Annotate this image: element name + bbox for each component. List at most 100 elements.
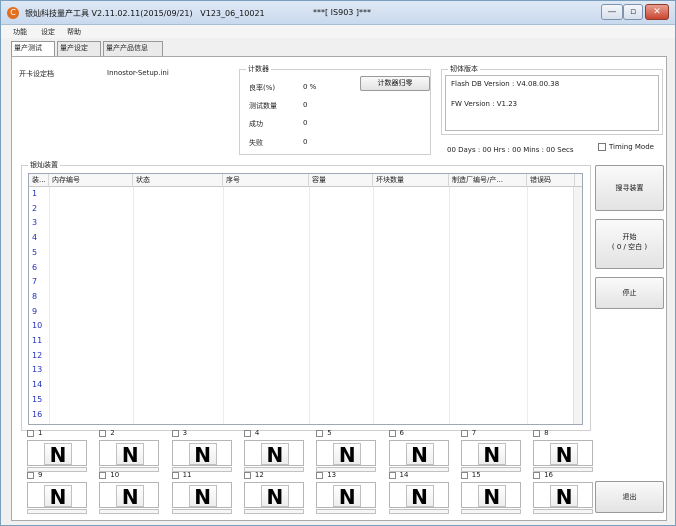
device-row-number[interactable]: 14 (32, 380, 42, 389)
port-number: 15 (471, 471, 481, 479)
port-status-box: N (316, 482, 377, 508)
device-row-number[interactable]: 8 (32, 292, 37, 301)
col-serial[interactable]: 序号 (223, 174, 309, 187)
device-row-number[interactable]: 12 (32, 351, 42, 360)
app-logo-icon: C (7, 7, 19, 19)
port-status-box: N (533, 440, 594, 466)
port-status-box: N (533, 482, 594, 508)
grid-line (133, 187, 134, 424)
menu-help[interactable]: 帮助 (67, 27, 81, 37)
reset-counter-button[interactable]: 计数器归零 (360, 76, 430, 91)
port-status-box: N (388, 440, 449, 466)
port-checkbox[interactable] (388, 472, 396, 479)
port-number: 3 (182, 429, 188, 437)
device-row-number[interactable]: 6 (32, 263, 37, 272)
port-number: 16 (544, 471, 554, 479)
port-number: 13 (327, 471, 337, 479)
device-row-number[interactable]: 5 (32, 248, 37, 257)
tab-production-test[interactable]: 量产测试 (11, 41, 55, 57)
port-checkbox[interactable] (27, 472, 34, 479)
port-state: N (188, 485, 217, 508)
port-state: N (116, 443, 145, 466)
yield-value: 0 % (303, 83, 317, 91)
port-checkbox[interactable] (243, 430, 251, 437)
minimize-icon: — (607, 7, 617, 17)
port-number: 6 (399, 429, 404, 437)
device-row-number[interactable]: 3 (32, 218, 37, 227)
grid-line (373, 187, 374, 424)
port-checkbox[interactable] (460, 472, 468, 479)
tab-product-info[interactable]: 量产产品信息 (103, 41, 163, 56)
device-list[interactable]: 装... 内存编号 状态 序号 容量 坏块数量 制造厂编号/产... 错误码 1… (28, 173, 583, 425)
port-checkbox[interactable] (316, 472, 324, 479)
port-checkbox[interactable] (27, 430, 34, 437)
device-row-number[interactable]: 10 (32, 321, 42, 330)
port-state: N (550, 443, 579, 466)
title-bar[interactable]: C 银灿科技量产工具 V2.11.02.11(2015/09/21) V123_… (1, 1, 675, 25)
menu-settings[interactable]: 设定 (41, 27, 55, 37)
port-state: N (44, 485, 72, 508)
col-status[interactable]: 状态 (133, 174, 223, 187)
minimize-button[interactable]: — (601, 4, 623, 20)
device-row-number[interactable]: 7 (32, 277, 37, 286)
port-number: 5 (327, 429, 332, 437)
port-state: N (260, 485, 289, 508)
close-icon: ✕ (653, 7, 661, 17)
device-row-number[interactable]: 9 (32, 307, 37, 316)
maximize-icon: ▫ (629, 7, 637, 17)
port-state: N (116, 485, 145, 508)
menu-function[interactable]: 功能 (13, 27, 27, 37)
port-progress-bar (243, 509, 304, 514)
port-checkbox[interactable] (99, 472, 107, 479)
col-memory-id[interactable]: 内存编号 (49, 174, 133, 187)
port-checkbox[interactable] (388, 430, 396, 437)
port-checkbox[interactable] (99, 430, 107, 437)
start-count-label: ( 0 / 空白 ) (611, 243, 648, 251)
port-progress-bar (27, 509, 87, 514)
maximize-button[interactable]: ▫ (623, 4, 643, 20)
port-progress-bar (316, 509, 377, 514)
port-status-box: N (460, 440, 521, 466)
device-row-number[interactable]: 13 (32, 365, 42, 374)
port-checkbox[interactable] (316, 430, 324, 437)
timing-mode-checkbox[interactable] (598, 143, 606, 151)
device-group-title: 银灿装置 (28, 160, 60, 170)
device-row-number[interactable]: 1 (32, 189, 37, 198)
device-row-number[interactable]: 15 (32, 395, 42, 404)
port-status-box: N (171, 440, 232, 466)
port-state: N (333, 485, 362, 508)
device-row-number[interactable]: 11 (32, 336, 42, 345)
device-row-number[interactable]: 2 (32, 204, 37, 213)
port-status-box: N (99, 482, 160, 508)
port-checkbox[interactable] (460, 430, 468, 437)
fail-value: 0 (303, 138, 308, 146)
port-number: 4 (254, 429, 260, 437)
search-device-button[interactable]: 搜寻装置 (595, 165, 664, 211)
fail-label: 失败 (249, 139, 263, 147)
device-list-header: 装... 内存编号 状态 序号 容量 坏块数量 制造厂编号/产... 错误码 (29, 174, 582, 187)
close-button[interactable]: ✕ (645, 4, 669, 20)
port-progress-bar (388, 467, 449, 472)
port-progress-bar (99, 509, 160, 514)
port-checkbox[interactable] (533, 430, 541, 437)
exit-button[interactable]: 退出 (595, 481, 664, 513)
port-progress-bar (171, 467, 232, 472)
elapsed-time: 00 Days : 00 Hrs : 00 Mins : 00 Secs (447, 146, 574, 154)
port-checkbox[interactable] (171, 472, 179, 479)
tab-production-settings[interactable]: 量产设定 (57, 41, 101, 56)
start-button[interactable]: 开始 ( 0 / 空白 ) (595, 219, 664, 269)
col-bad-blocks[interactable]: 坏块数量 (373, 174, 449, 187)
port-checkbox[interactable] (171, 430, 179, 437)
device-row-number[interactable]: 16 (32, 410, 42, 419)
col-capacity[interactable]: 容量 (309, 174, 373, 187)
col-manufacturer[interactable]: 制造厂编号/产... (449, 174, 527, 187)
port-status-box: N (460, 482, 521, 508)
col-error-code[interactable]: 错误码 (527, 174, 575, 187)
port-progress-bar (533, 509, 594, 514)
device-row-number[interactable]: 4 (32, 233, 37, 242)
stop-button[interactable]: 停止 (595, 277, 664, 309)
list-scrollbar[interactable] (573, 187, 582, 424)
col-device[interactable]: 装... (29, 174, 49, 187)
port-checkbox[interactable] (243, 472, 251, 479)
port-checkbox[interactable] (533, 472, 541, 479)
